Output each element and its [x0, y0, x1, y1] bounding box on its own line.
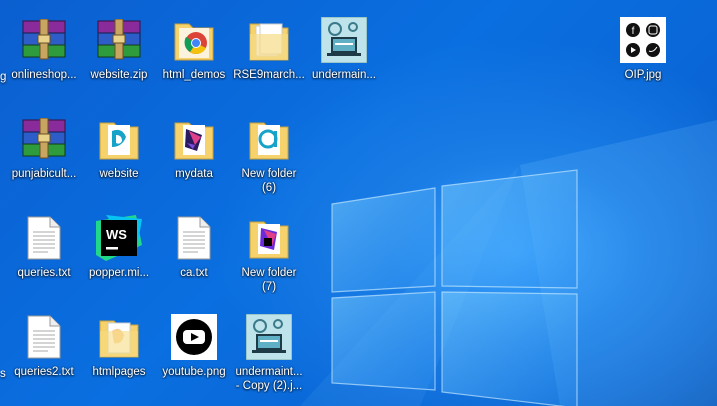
desktop-icon-undermain[interactable]: undermain...: [304, 16, 384, 108]
icon-label: undermaint... - Copy (2).j...: [235, 366, 303, 392]
folder-app-icon: [245, 115, 293, 163]
icon-label: mydata: [175, 168, 213, 180]
desktop-icon-oip-jpg[interactable]: f OIP.jpg: [603, 16, 683, 108]
icon-label: youtube.png: [162, 366, 226, 378]
icon-label: New folder (7): [241, 267, 297, 293]
icon-label: ca.txt: [180, 267, 208, 279]
svg-text:f: f: [632, 26, 635, 37]
icon-label: queries.txt: [17, 267, 71, 279]
winrar-archive-icon: [20, 115, 68, 163]
desktop-icon-website[interactable]: website: [79, 115, 159, 207]
desktop-icon-new-folder-6[interactable]: New folder (6): [229, 115, 309, 207]
icon-label: onlineshop...: [11, 69, 77, 81]
desktop-icon-popper-mi[interactable]: WS popper.mi...: [79, 214, 159, 306]
desktop-icon-queries2-txt[interactable]: queries2.txt: [4, 313, 84, 405]
icon-label: punjabicult...: [11, 168, 77, 180]
text-file-icon: [20, 313, 68, 361]
icon-label: popper.mi...: [88, 267, 150, 279]
webstorm-icon: WS: [95, 214, 143, 262]
desktop-icon-website-zip[interactable]: website.zip: [79, 16, 159, 108]
text-file-icon: [170, 214, 218, 262]
folder-app-icon: [95, 115, 143, 163]
desktop-icon-queries-txt[interactable]: queries.txt: [4, 214, 84, 306]
icon-label: html_demos: [162, 69, 226, 81]
svg-text:WS: WS: [106, 227, 127, 242]
desktop-icon-onlineshop[interactable]: onlineshop...: [4, 16, 84, 108]
icon-label: New folder (6): [241, 168, 297, 194]
desktop-icon-ca-txt[interactable]: ca.txt: [154, 214, 234, 306]
desktop-icon-youtube-png[interactable]: youtube.png: [154, 313, 234, 405]
desktop-icon-new-folder-7[interactable]: New folder (7): [229, 214, 309, 306]
folder-icon: [245, 16, 293, 64]
folder-app-icon: [170, 115, 218, 163]
image-thumbnail-icon: [245, 313, 293, 361]
desktop-icon-undermaint-copy[interactable]: undermaint... - Copy (2).j...: [229, 313, 309, 405]
desktop-icon-punjabicult[interactable]: punjabicult...: [4, 115, 84, 207]
icon-label: website: [99, 168, 139, 180]
icon-label: RSE9march...: [233, 69, 305, 81]
icon-label: website.zip: [90, 69, 148, 81]
chrome-folder-icon: [170, 16, 218, 64]
windows-logo: [331, 169, 578, 406]
winrar-archive-icon: [20, 16, 68, 64]
desktop-icon-mydata[interactable]: mydata: [154, 115, 234, 207]
folder-app-icon: [245, 214, 293, 262]
desktop-icon-htmlpages[interactable]: htmlpages: [79, 313, 159, 405]
icon-label: htmlpages: [92, 366, 146, 378]
desktop-icon-html-demos[interactable]: html_demos: [154, 16, 234, 108]
icon-label: queries2.txt: [14, 366, 74, 378]
winrar-archive-icon: [95, 16, 143, 64]
youtube-image-icon: [170, 313, 218, 361]
social-media-image-icon: f: [619, 16, 667, 64]
icon-label: OIP.jpg: [624, 69, 662, 81]
desktop-icon-rse9march[interactable]: RSE9march...: [229, 16, 309, 108]
image-thumbnail-icon: [320, 16, 368, 64]
text-file-icon: [20, 214, 68, 262]
folder-icon: [95, 313, 143, 361]
icon-label: undermain...: [312, 69, 376, 81]
